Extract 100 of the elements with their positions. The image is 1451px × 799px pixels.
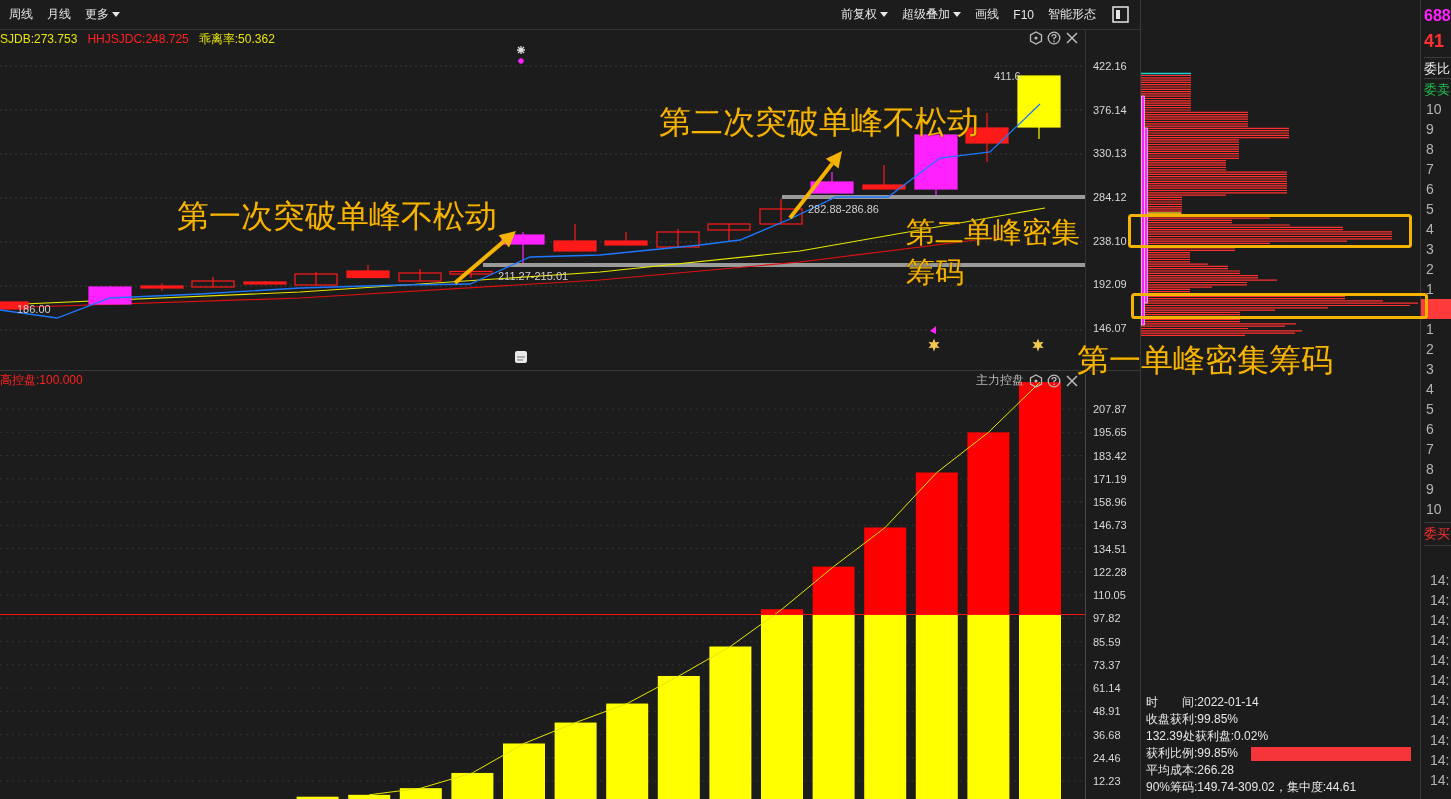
- price-label: 411.6: [994, 70, 1021, 82]
- close-icon[interactable]: [1065, 373, 1079, 388]
- ask-level: 10: [1425, 100, 1443, 119]
- note-icon: [515, 351, 527, 363]
- ask-level: 1: [1425, 280, 1435, 299]
- candlestick: [810, 171, 854, 194]
- axis-label: 97.82: [1093, 611, 1122, 626]
- bid-label: 委买: [1424, 522, 1451, 546]
- ask-level: 2: [1425, 260, 1435, 279]
- toolbar-button[interactable]: 月线: [41, 3, 77, 26]
- toolbar-button[interactable]: F10: [1007, 3, 1040, 26]
- bid-level: 9: [1425, 480, 1435, 499]
- chart-bar: [348, 794, 391, 799]
- order-ratio-label: 委比: [1424, 57, 1451, 78]
- info-text: 收盘获利:99.85%: [1146, 711, 1240, 728]
- info-text: 平均成本:266.28: [1146, 762, 1236, 779]
- axis-label: 12.23: [1093, 774, 1122, 788]
- ask-level: 3: [1425, 240, 1435, 259]
- candlestick: [449, 270, 493, 279]
- axis-label: 134.51: [1093, 541, 1128, 556]
- panel-toggle-icon[interactable]: [1112, 6, 1129, 23]
- candlestick: [398, 268, 442, 282]
- toolbar-button[interactable]: 周线: [3, 3, 39, 26]
- chart-bar: [296, 796, 339, 799]
- dropdown-button[interactable]: 更多: [79, 3, 126, 26]
- chart-bar: [399, 788, 442, 799]
- axis-label: 73.37: [1093, 657, 1122, 672]
- bid-level: 6: [1425, 420, 1435, 439]
- help-icon[interactable]: [1047, 373, 1061, 388]
- trade-time: 14:: [1429, 611, 1451, 630]
- info-text: 时 间:2022-01-14: [1146, 694, 1260, 711]
- toolbar-button[interactable]: 智能形态: [1042, 3, 1102, 26]
- axis-label: 171.19: [1093, 471, 1128, 486]
- axis-label: 422.16: [1093, 59, 1128, 73]
- axis-label: 192.09: [1093, 277, 1128, 292]
- ask-level: 6: [1425, 180, 1435, 199]
- settings-icon[interactable]: [1029, 31, 1043, 45]
- candlestick: [243, 280, 287, 286]
- settings-icon[interactable]: [1029, 373, 1043, 388]
- stock-price: 41: [1424, 30, 1446, 52]
- bid-level: 4: [1425, 380, 1435, 399]
- help-icon[interactable]: [1047, 31, 1061, 45]
- candlestick: [294, 271, 338, 286]
- toolbar-button[interactable]: 画线: [969, 3, 1006, 26]
- candlestick: [604, 231, 648, 246]
- axis-label: 61.14: [1093, 681, 1122, 695]
- candlestick: [656, 228, 700, 248]
- ask-level: 8: [1425, 140, 1435, 159]
- axis-label: 146.73: [1093, 518, 1128, 533]
- bid-level: 3: [1425, 360, 1435, 379]
- bid-level: 2: [1425, 340, 1435, 359]
- axis-label: 110.05: [1093, 588, 1127, 602]
- axis-label: 48.91: [1093, 704, 1122, 719]
- trade-time: 14:: [1429, 751, 1451, 770]
- star-icon: [928, 338, 940, 352]
- bid-level: 1: [1425, 320, 1435, 339]
- price-label: 282.88-286.86: [808, 203, 879, 215]
- trade-time: 14:: [1429, 571, 1451, 590]
- caret-icon: [880, 12, 889, 17]
- bid-level: 7: [1425, 440, 1435, 459]
- indicator-value: SJDB:273.753: [0, 32, 78, 46]
- ask-level: 9: [1425, 120, 1435, 139]
- bid-level: 8: [1425, 460, 1435, 479]
- panel-title: 主力控盘: [976, 372, 1024, 389]
- trade-time: 14:: [1429, 731, 1451, 750]
- axis-label: 330.13: [1093, 146, 1128, 161]
- chart-bar: [503, 743, 545, 799]
- indicator-value: HHJSJDC:248.725: [87, 32, 189, 46]
- trade-time: 14:: [1429, 691, 1451, 710]
- close-icon[interactable]: [1065, 31, 1079, 45]
- trade-time: 14:: [1429, 711, 1451, 730]
- candlestick: [346, 264, 390, 279]
- info-text: 132.39处获利盘:0.02%: [1146, 728, 1270, 745]
- axis-label: 158.96: [1093, 495, 1128, 509]
- candlestick: [88, 285, 132, 305]
- trade-time: 14:: [1429, 671, 1451, 690]
- candlestick: [707, 223, 751, 243]
- dropdown-button[interactable]: 超级叠加: [896, 3, 968, 26]
- caret-icon: [953, 12, 962, 17]
- annotation-text: 第一单峰密集筹码: [1077, 341, 1333, 380]
- ask-level: 7: [1425, 160, 1435, 179]
- flag-icon: [930, 326, 936, 334]
- trade-time: 14:: [1429, 651, 1451, 670]
- axis-label: 24.46: [1093, 750, 1122, 765]
- trade-time: 14:: [1429, 591, 1451, 610]
- axis-label: 122.28: [1093, 564, 1128, 579]
- chart-bar: [451, 772, 494, 799]
- info-text: 90%筹码:149.74-309.02，集中度:44.61: [1146, 779, 1358, 796]
- axis-label: 238.10: [1093, 233, 1128, 248]
- candlestick: [191, 276, 235, 288]
- annotation-text: 第二次突破单峰不松动: [659, 103, 979, 142]
- axis-label: 284.12: [1093, 189, 1128, 204]
- indicator-value: 高控盘:100.000: [0, 373, 83, 387]
- stock-code: 688: [1424, 7, 1451, 25]
- axis-label: 207.87: [1093, 402, 1128, 416]
- ask-label: 委卖: [1424, 78, 1451, 99]
- star-icon: [1032, 338, 1044, 352]
- caret-icon: [112, 12, 120, 17]
- dropdown-button[interactable]: 前复权: [835, 3, 895, 26]
- trade-time: 14:: [1429, 771, 1451, 790]
